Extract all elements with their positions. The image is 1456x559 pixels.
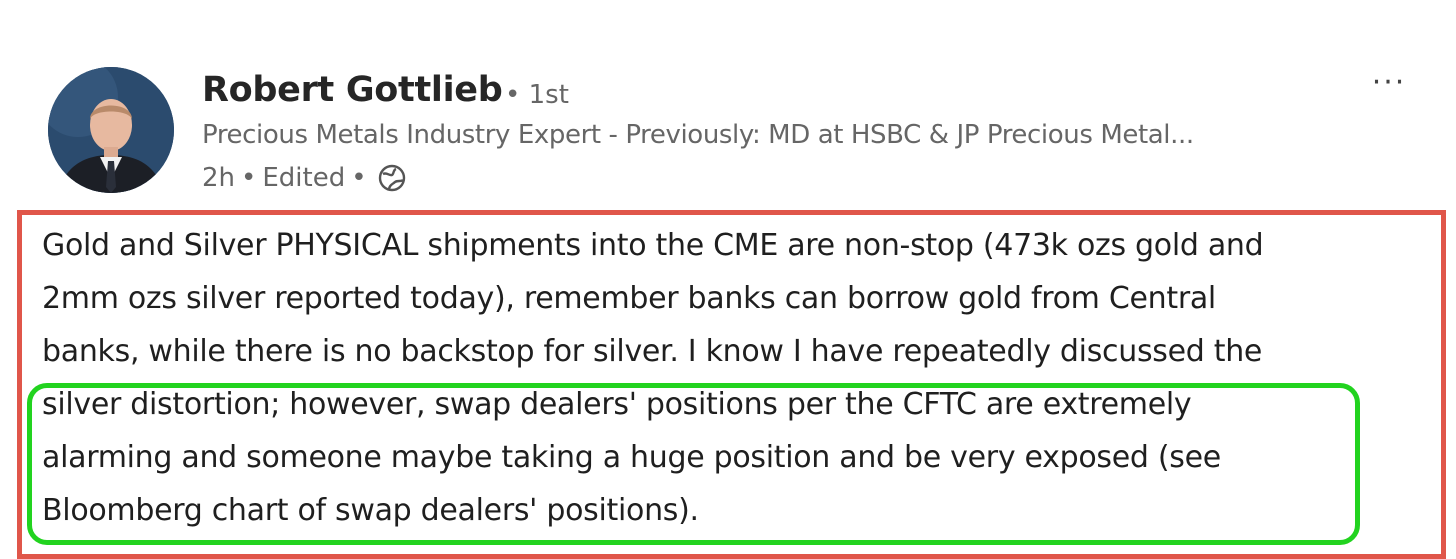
post-meta: 2h • Edited •: [202, 163, 407, 193]
post-text-line: alarming and someone maybe taking a huge…: [42, 440, 1221, 475]
post-text-line: Bloomberg chart of swap dealers' positio…: [42, 493, 699, 528]
post-time: 2h: [202, 163, 236, 193]
post-text-line: 2mm ozs silver reported today), remember…: [42, 281, 1216, 316]
avatar[interactable]: [48, 67, 174, 193]
connection-degree: • 1st: [505, 80, 569, 110]
author-headline: Precious Metals Industry Expert - Previo…: [202, 120, 1194, 150]
author-photo: [48, 67, 174, 193]
meta-separator: •: [241, 163, 257, 193]
post-text-line: Gold and Silver PHYSICAL shipments into …: [42, 228, 1264, 263]
post-text-line: silver distortion; however, swap dealers…: [42, 387, 1192, 422]
edited-label: Edited: [262, 163, 346, 193]
author-name[interactable]: Robert Gottlieb: [202, 70, 503, 110]
post-text-line: banks, while there is no backstop for si…: [42, 334, 1263, 369]
meta-separator: •: [351, 163, 367, 193]
more-options-button[interactable]: ···: [1366, 68, 1412, 98]
globe-icon: [377, 163, 407, 193]
